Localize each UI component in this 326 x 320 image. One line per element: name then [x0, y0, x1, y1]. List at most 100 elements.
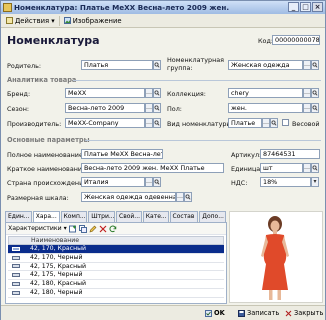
minimize-button[interactable]: _: [288, 2, 299, 12]
refresh-icon[interactable]: [109, 225, 117, 233]
table-row[interactable]: 42, 180, Красный: [8, 280, 224, 289]
brand-field[interactable]: МеХХ: [65, 88, 145, 98]
table-row[interactable]: 42, 180, Черный: [8, 289, 224, 298]
weight-checkbox[interactable]: [282, 119, 289, 126]
brand-select-button[interactable]: …: [145, 88, 153, 98]
article-label: Артикул:: [231, 151, 262, 159]
season-field[interactable]: Весна-лето 2009: [65, 103, 145, 113]
country-search-button[interactable]: [153, 177, 161, 187]
delete-icon[interactable]: [99, 225, 107, 233]
row-name: 42, 180, Черный: [30, 288, 83, 296]
country-field[interactable]: Италия: [81, 177, 145, 187]
weight-label: Весовой: [292, 120, 320, 128]
characteristics-menu-button[interactable]: Характеристики ▾: [8, 225, 67, 232]
tab-barcodes[interactable]: Штри...: [88, 211, 115, 222]
row-name: 42, 170, Красный: [30, 244, 87, 252]
article-field[interactable]: 87464531: [260, 149, 320, 159]
gender-select-button[interactable]: …: [303, 103, 311, 113]
table-row[interactable]: 42, 175, Черный: [8, 271, 224, 281]
save-button[interactable]: Записать: [238, 308, 279, 319]
group-select-button[interactable]: …: [303, 60, 311, 70]
dress-model-image: [261, 216, 289, 300]
actions-icon: [6, 17, 13, 24]
producer-search-button[interactable]: [153, 118, 161, 128]
kind-field[interactable]: Платье: [228, 118, 262, 128]
tab-properties[interactable]: Свой...: [116, 211, 142, 222]
tab-categories[interactable]: Кате...: [142, 211, 169, 222]
full-name-label: Полное наименование:: [7, 151, 86, 159]
group-search-button[interactable]: [311, 60, 319, 70]
main-divider: [85, 140, 321, 141]
unit-search-button[interactable]: [311, 163, 319, 173]
maximize-button[interactable]: □: [300, 2, 311, 12]
tab-additional[interactable]: Допо...: [199, 211, 226, 222]
actions-menu[interactable]: Действия ▾: [4, 15, 57, 26]
tab-strip: Един... Хара... Комп... Штри... Свой... …: [5, 211, 227, 223]
unit-label: Единица:: [231, 165, 263, 173]
code-field[interactable]: 00000000078: [272, 35, 320, 45]
column-header-name[interactable]: Наименование: [8, 236, 224, 245]
group-field[interactable]: Женская одежда: [228, 60, 303, 70]
table-row[interactable]: 42, 170, Черный: [8, 254, 224, 263]
code-label: Код:: [258, 37, 274, 45]
collection-field[interactable]: chery: [228, 88, 303, 98]
gender-label: Пол:: [167, 105, 182, 113]
size-search-button[interactable]: [184, 192, 192, 202]
brand-label: Бренд:: [7, 90, 31, 98]
tab-composition[interactable]: Состав: [169, 211, 199, 222]
close-button[interactable]: Закрыть: [285, 308, 323, 319]
ok-label: OK: [214, 309, 225, 317]
tab-components[interactable]: Комп...: [60, 211, 88, 222]
search-icon: [185, 194, 191, 200]
copy-icon[interactable]: [78, 224, 87, 233]
search-icon: [312, 90, 318, 96]
size-select-button[interactable]: …: [176, 192, 184, 202]
unit-select-button[interactable]: …: [303, 163, 311, 173]
producer-select-button[interactable]: …: [145, 118, 153, 128]
parent-field[interactable]: Платья: [81, 60, 153, 70]
vat-dropdown-button[interactable]: ▾: [311, 177, 319, 187]
gender-field[interactable]: жен.: [228, 103, 303, 113]
group-label: Номенклатурная группа:: [167, 56, 225, 72]
kind-label: Вид номенклатуры:: [167, 120, 234, 128]
parent-label: Родитель:: [7, 62, 41, 70]
image-label: Изображение: [72, 16, 122, 25]
app-icon: [3, 3, 12, 12]
save-icon: [238, 310, 245, 317]
short-name-field[interactable]: Весна-лето 2009 жен. МеХХ Платье: [81, 163, 224, 173]
kind-select-button[interactable]: …: [262, 118, 270, 128]
full-name-field[interactable]: Платье МеХХ Весна-лето 2009 жен.: [81, 149, 163, 159]
tab-units[interactable]: Един...: [5, 211, 32, 222]
brand-search-button[interactable]: [153, 88, 161, 98]
search-icon: [154, 62, 160, 68]
vat-label: НДС:: [231, 179, 248, 187]
search-icon: [154, 90, 160, 96]
unit-field[interactable]: шт: [260, 163, 303, 173]
image-button[interactable]: Изображение: [62, 15, 124, 26]
search-icon: [312, 105, 318, 111]
edit-icon[interactable]: [89, 225, 97, 233]
close-window-button[interactable]: ×: [312, 2, 323, 12]
kind-search-button[interactable]: [270, 118, 278, 128]
group-label-text: Номенклатурная группа:: [167, 56, 225, 72]
size-field[interactable]: Женская одежда одевенная: [81, 192, 176, 202]
form-title: Номенклатура: [7, 34, 100, 47]
add-icon[interactable]: [68, 225, 77, 233]
ok-button[interactable]: OK: [205, 308, 225, 319]
characteristics-panel: Характеристики ▾ Наименование 42, 170, К…: [5, 222, 227, 304]
collection-search-button[interactable]: [311, 88, 319, 98]
collection-select-button[interactable]: …: [303, 88, 311, 98]
country-label: Страна происхождения:: [7, 179, 90, 187]
producer-field[interactable]: MeXX-Company: [65, 118, 145, 128]
form-footer: OK Записать Закрыть: [1, 305, 325, 320]
table-row[interactable]: 42, 170, Красный: [8, 245, 224, 254]
season-select-button[interactable]: …: [145, 103, 153, 113]
country-select-button[interactable]: …: [145, 177, 153, 187]
season-search-button[interactable]: [153, 103, 161, 113]
toolbar: Действия ▾ Изображение: [1, 14, 325, 28]
analytics-divider: [73, 80, 321, 81]
vat-field[interactable]: 18%: [260, 177, 311, 187]
gender-search-button[interactable]: [311, 103, 319, 113]
parent-search-button[interactable]: [153, 60, 161, 70]
product-photo: [229, 211, 323, 303]
